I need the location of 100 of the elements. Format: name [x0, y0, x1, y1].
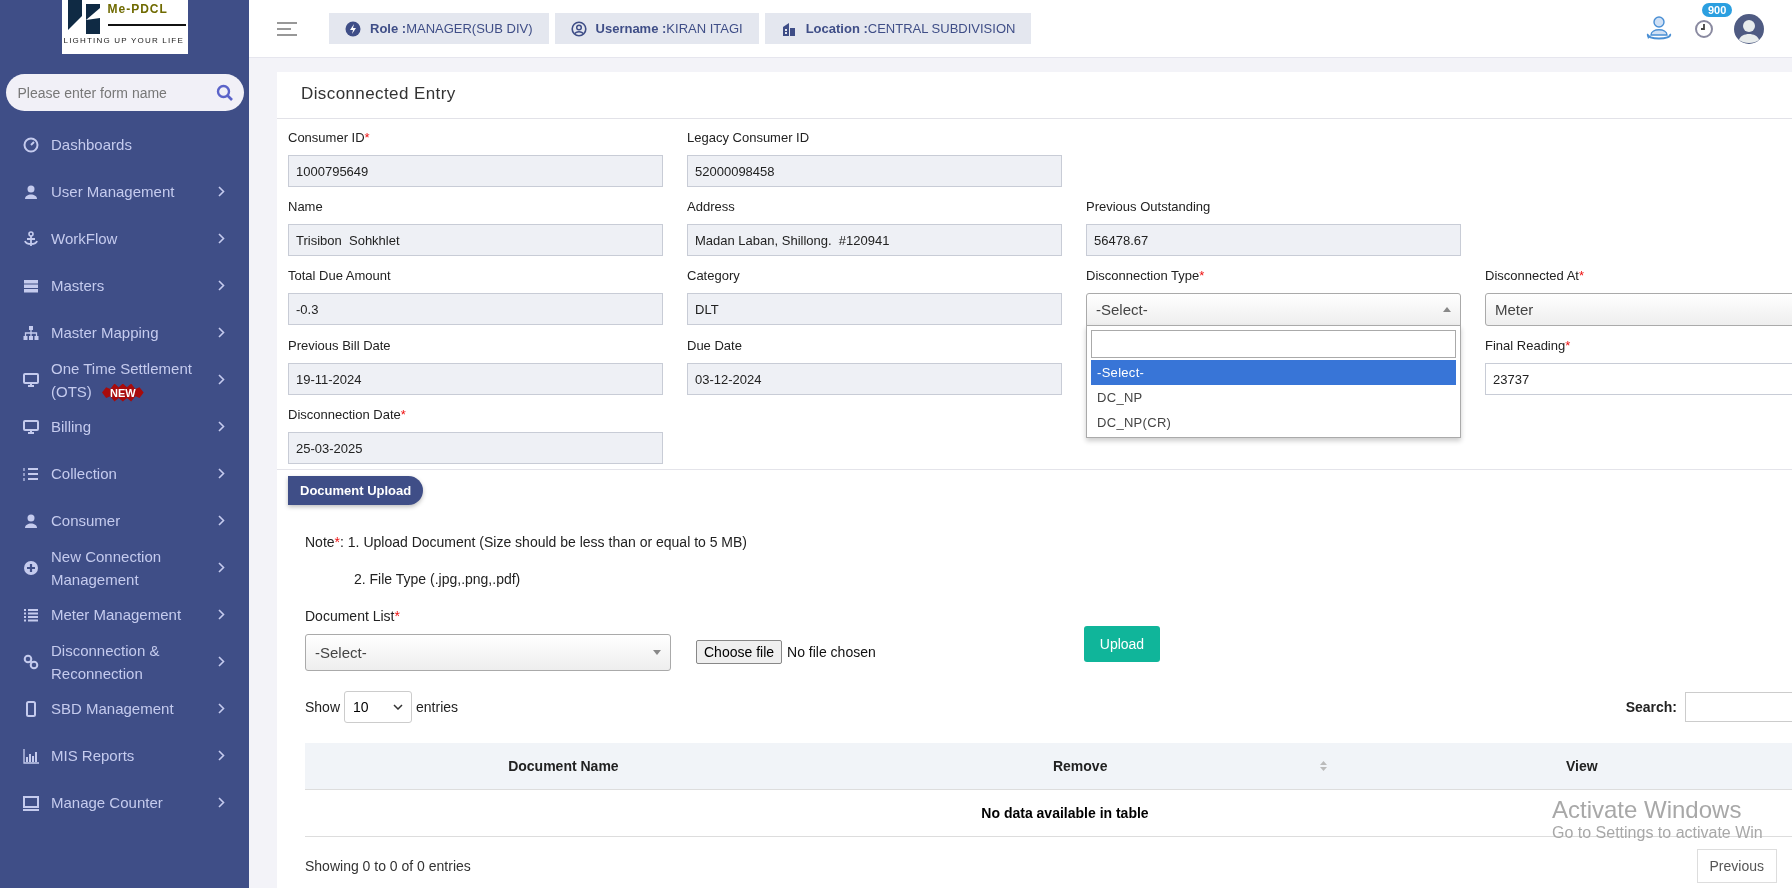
sidebar-item[interactable]: Manage Counter — [0, 779, 249, 826]
sidebar-item[interactable]: Masters — [0, 262, 249, 309]
sidebar-item-label: Master Mapping — [51, 323, 160, 343]
person-icon — [23, 183, 39, 200]
column-header[interactable]: Remove — [821, 743, 1339, 790]
field-label: Disconnected At* — [1485, 267, 1585, 285]
input-field[interactable]: 52000098458 — [687, 155, 1062, 187]
logo-tagline: LIGHTING UP YOUR LIFE — [63, 35, 185, 47]
sidebar-item[interactable]: Master Mapping — [0, 309, 249, 356]
input-field[interactable]: Trisibon Sohkhlet — [288, 224, 663, 256]
field-label: Previous Outstanding — [1086, 198, 1212, 216]
chip-text: Username :KIRAN ITAGI — [595, 21, 743, 36]
dropdown-option[interactable]: -Select- — [1091, 360, 1456, 385]
select-field[interactable]: -Select- — [1086, 293, 1461, 326]
field-label: Document List* — [305, 607, 401, 625]
gauge-icon — [23, 136, 39, 153]
sidebar-item-label: Disconnection & Reconnection — [51, 640, 161, 684]
field-label: Category — [687, 267, 741, 285]
sidebar-item-label: Collection — [51, 464, 118, 484]
note-text: Note*: 1. Upload Document (Size should be less than or equal to 5 MB) — [305, 534, 749, 550]
caret-up-icon — [1443, 307, 1451, 312]
caret-down-icon — [653, 649, 661, 655]
sidebar-item-label: Meter Management — [51, 605, 183, 625]
dropdown-option[interactable]: DC_NP — [1091, 385, 1456, 410]
user-circle-icon — [570, 20, 587, 37]
sidebar-item[interactable]: Consumer — [0, 497, 249, 544]
sidebar-item[interactable]: New Connection Management — [0, 544, 249, 591]
plus-circle-icon — [23, 559, 39, 576]
sidebar-item[interactable]: Disconnection & Reconnection — [0, 638, 249, 685]
field-label: Disconnection Type* — [1086, 267, 1206, 285]
field-label: Disconnection Date* — [288, 406, 407, 424]
sidebar-item-label: WorkFlow — [51, 229, 119, 249]
show-label: Show — [305, 699, 341, 715]
field-label: Previous Bill Date — [288, 337, 392, 355]
sidebar-item[interactable]: User Management — [0, 168, 249, 215]
server-icon — [23, 277, 39, 294]
sidebar-item[interactable]: Meter Management — [0, 591, 249, 638]
field-label: Legacy Consumer ID — [687, 129, 811, 147]
chip-text: Role :MANAGER(SUB DIV) — [370, 21, 533, 36]
dropdown-option[interactable]: DC_NP(CR) — [1091, 410, 1456, 435]
field-label: Consumer ID* — [288, 129, 371, 147]
search-field[interactable] — [1685, 692, 1792, 722]
sidebar-item-label: Masters — [51, 276, 106, 296]
sitemap-icon — [23, 324, 39, 341]
anchor-icon — [23, 230, 39, 247]
input-field[interactable]: Madan Laban, Shillong. #120941 — [687, 224, 1062, 256]
phone-icon — [23, 700, 39, 717]
sidebar-item[interactable]: WorkFlow — [0, 215, 249, 262]
sidebar-item[interactable]: Collection — [0, 450, 249, 497]
sidebar-item[interactable]: MIS Reports — [0, 732, 249, 779]
entries-label: entries — [416, 699, 459, 715]
field-label: Due Date — [687, 337, 743, 355]
column-header[interactable]: Document Name — [305, 743, 822, 790]
choose-file-button[interactable]: Choose file — [696, 640, 783, 664]
numbered-list-icon — [23, 465, 39, 482]
building-icon — [780, 20, 797, 37]
sidebar-item[interactable]: One Time Settlement (OTS) NEW — [0, 356, 249, 403]
input-field[interactable]: -0.3 — [288, 293, 663, 325]
page-size-select[interactable]: 10 — [344, 691, 413, 723]
sidebar-item[interactable]: Billing — [0, 403, 249, 450]
field-label: Total Due Amount — [288, 267, 392, 285]
sidebar-item[interactable]: SBD Management — [0, 685, 249, 732]
page-title: Disconnected Entry — [277, 72, 1792, 119]
search-label: Search: — [1625, 699, 1677, 715]
activation-text: Go to Settings to activate Win — [1552, 824, 1763, 842]
sidebar-item-label: Consumer — [51, 511, 122, 531]
avatar-icon — [1734, 13, 1764, 44]
search-field[interactable] — [1091, 330, 1456, 358]
field-label: Final Reading* — [1485, 337, 1572, 355]
field-label: Address — [687, 198, 736, 216]
input-field[interactable]: 03-12-2024 — [687, 363, 1062, 395]
sidebar-item-label: Dashboards — [51, 135, 133, 155]
select-field[interactable]: Meter — [1485, 293, 1792, 326]
bolt-icon — [345, 20, 361, 37]
input-field[interactable]: 23737 — [1485, 363, 1792, 395]
chip-text: Location :CENTRAL SUBDIVISION — [805, 21, 1016, 36]
sidebar-item-label: New Connection Management — [51, 546, 163, 590]
list-icon — [23, 606, 39, 623]
clock-icon — [1694, 18, 1714, 39]
sidebar-item-label: SBD Management — [51, 699, 175, 719]
input-field[interactable]: 56478.67 — [1086, 224, 1461, 256]
activation-title: Activate Windows — [1552, 796, 1743, 824]
sidebar-item-label: Manage Counter — [51, 793, 164, 813]
menu-icon — [277, 21, 297, 36]
logo-name: Me-PDCL — [107, 2, 169, 16]
column-header[interactable]: View — [1338, 743, 1792, 790]
sidebar-item-label: One Time Settlement (OTS) NEW — [51, 358, 193, 403]
sidebar-item-label: MIS Reports — [51, 746, 136, 766]
input-field[interactable]: 25-03-2025 — [288, 432, 663, 464]
chevron-down-icon — [393, 704, 404, 710]
input-field[interactable]: DLT — [687, 293, 1062, 325]
search-field[interactable]: Please enter form name — [5, 74, 244, 111]
previous-button[interactable]: Previous — [1696, 849, 1777, 883]
select-field[interactable]: -Select- — [305, 633, 671, 671]
field-label: Name — [288, 198, 324, 216]
bar-chart-icon — [23, 747, 39, 764]
monitor-icon — [23, 418, 39, 435]
sidebar-item[interactable]: Dashboards — [0, 121, 249, 168]
input-field[interactable]: 1000795649 — [288, 155, 663, 187]
input-field[interactable]: 19-11-2024 — [288, 363, 663, 395]
